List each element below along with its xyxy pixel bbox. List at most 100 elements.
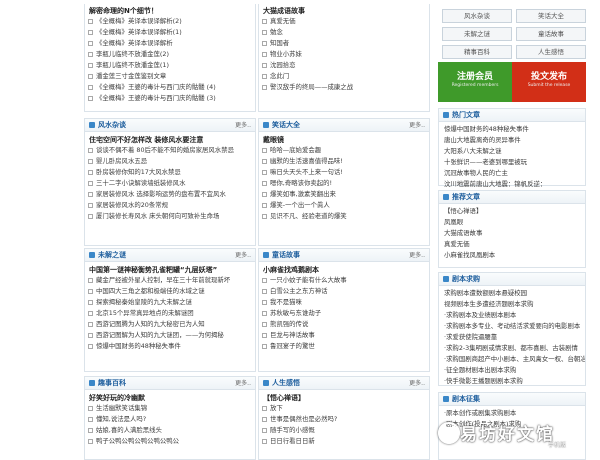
list-item[interactable]: 汶川地震前唐山大地震：锦帆反逆： bbox=[439, 179, 585, 190]
list-item[interactable]: 李瓶儿临终不放潘金莲(1) bbox=[85, 60, 255, 71]
list-item[interactable]: 家居装修风水的20条常规 bbox=[85, 200, 255, 211]
list-item[interactable]: 《全概梅》王婆的毒计与西门庆的骷髅 (3) bbox=[85, 93, 255, 104]
fairy-title[interactable]: 童话故事 bbox=[272, 251, 300, 260]
baike-title[interactable]: 趣事百科 bbox=[98, 379, 126, 388]
list-item[interactable]: 谈谈不偶不着 80后不能不知的婚房家居风水禁忌 bbox=[85, 145, 255, 156]
fengshui-more-link[interactable]: 更多.. bbox=[235, 121, 251, 130]
register-button[interactable]: 注册会员 Registered members bbox=[438, 62, 512, 102]
list-item[interactable]: 沉冠故事物人民的亡主 bbox=[439, 168, 585, 179]
list-item[interactable]: 幽默的生活速喜值得品味! bbox=[259, 156, 429, 167]
list-item[interactable]: 藏金尸经被外星人控制，早在三十年前就现新坏 bbox=[85, 275, 255, 286]
list-item[interactable]: 潘金莲三寸金莲鉴别文章 bbox=[85, 71, 255, 82]
list-item[interactable]: 婴儿卧房风水五忌 bbox=[85, 156, 255, 167]
list-item[interactable]: 勉念 bbox=[259, 27, 429, 38]
list-item[interactable]: 厦门装修长寿风水 床头朝何向可致补生命场 bbox=[85, 211, 255, 222]
list-item[interactable]: 三十二字小诀解读墙纸装修风水 bbox=[85, 178, 255, 189]
tag-jokes[interactable]: 笑话大全 bbox=[516, 9, 586, 23]
jokes-title[interactable]: 笑话大全 bbox=[272, 121, 300, 130]
mysteries-more-link[interactable]: 更多.. bbox=[235, 251, 251, 260]
list-item[interactable]: 姑娘,喜的人满脸黑线头 bbox=[85, 425, 255, 436]
tag-life[interactable]: 人生感悟 bbox=[516, 45, 586, 59]
life-heading[interactable]: 【悟心禅语】 bbox=[259, 393, 429, 403]
baike-heading[interactable]: 好笑好玩的冷幽默 bbox=[85, 393, 255, 403]
list-item[interactable]: ·征全题材剧本出剧本求购 bbox=[439, 365, 585, 376]
tag-baike[interactable]: 精事百科 bbox=[442, 45, 512, 59]
mysteries-heading[interactable]: 中国第一谜神秘衡势孔雀粑罐“九层妖塔” bbox=[85, 265, 255, 275]
list-item[interactable]: ·求购国剧商超产中小剧本、主风禽女一权、台朝冶作 bbox=[439, 354, 585, 365]
list-item[interactable]: 哈哈—底始爱会趣 bbox=[259, 145, 429, 156]
list-item[interactable]: 白雪公主之东方神话 bbox=[259, 286, 429, 297]
list-item[interactable]: 惊爆中国财务的48种秘失事件 bbox=[439, 124, 585, 135]
list-item[interactable]: 真爱无価 bbox=[259, 16, 429, 27]
jokes-more-link[interactable]: 更多.. bbox=[409, 121, 425, 130]
list-item[interactable]: 西游记图腾为人知的九大秘密已为人知 bbox=[85, 319, 255, 330]
list-item[interactable]: 知国者 bbox=[259, 38, 429, 49]
list-item[interactable]: 家居装修风水 选择影响运势的盘布置不宜风水 bbox=[85, 189, 255, 200]
mysteries-title[interactable]: 未解之谜 bbox=[98, 251, 126, 260]
list-item[interactable]: 十张鲜识——老婆到哪里被玩 bbox=[439, 157, 585, 168]
list-item[interactable]: 求购剧本遭数额剧本悬疑校园 bbox=[439, 288, 585, 299]
list-item[interactable]: 懂知,说法是人吗? bbox=[85, 414, 255, 425]
list-item[interactable]: 视频剧本生多遭经济题剧本求购 bbox=[439, 299, 585, 310]
tag-fairy[interactable]: 童话故事 bbox=[516, 27, 586, 41]
jokes-heading[interactable]: 戴眼镜 bbox=[259, 135, 429, 145]
fairy-more-link[interactable]: 更多.. bbox=[409, 251, 425, 260]
list-item[interactable]: 探索揭秘秦始皇陵的九大未解之谜 bbox=[85, 297, 255, 308]
list-item[interactable]: 物业小苏妹 bbox=[259, 49, 429, 60]
top-left-heading[interactable]: 解密命理的N个细节！ bbox=[85, 6, 255, 16]
list-item[interactable]: 爆笑如事,激素笑翻出来 bbox=[259, 189, 429, 200]
list-item[interactable]: 世事是偶然也是必然吗? bbox=[259, 414, 429, 425]
list-item[interactable]: ·快手微影王播题剧剧本求购 bbox=[439, 376, 585, 387]
list-item[interactable]: 真爱无価 bbox=[439, 239, 585, 250]
list-item[interactable]: 放下 bbox=[259, 403, 429, 414]
list-item[interactable]: 一只小蚊子能有什么大故事 bbox=[259, 275, 429, 286]
fengshui-heading[interactable]: 住宅空间不好怎样改 装修风水要注意 bbox=[85, 135, 255, 145]
list-item[interactable]: 生活幽默笑话集锦 bbox=[85, 403, 255, 414]
fairy-heading[interactable]: 小麻雀找鸡鹅剧本 bbox=[259, 265, 429, 275]
list-item[interactable]: 爆笑-一个出一个眞人 bbox=[259, 200, 429, 211]
list-item[interactable]: 警汉敌手的终局——成康之战 bbox=[259, 82, 429, 93]
list-item[interactable]: 李瓶儿临终不放潘金莲(2) bbox=[85, 49, 255, 60]
list-item[interactable]: 小麻雀找凤凰剧本 bbox=[439, 250, 585, 261]
list-item[interactable]: 嗯你,奇略该你卖起的! bbox=[259, 178, 429, 189]
tag-fengshui[interactable]: 风水杂谈 bbox=[442, 9, 512, 23]
list-item[interactable]: 《全概梅》英译本误译解析 bbox=[85, 38, 255, 49]
list-item[interactable]: 北京15个异常真异地点的未解谜团 bbox=[85, 308, 255, 319]
tag-mysteries[interactable]: 未解之谜 bbox=[442, 27, 512, 41]
list-item[interactable]: 【悟心禅语】 bbox=[439, 206, 585, 217]
list-item[interactable]: 沈园拾恋 bbox=[259, 60, 429, 71]
list-item[interactable]: ·求购剧本及业绩剧本剧本 bbox=[439, 310, 585, 321]
list-item[interactable]: 熊凯强的传说 bbox=[259, 319, 429, 330]
list-item[interactable]: ·求爱获使院逼腰靠 bbox=[439, 332, 585, 343]
submit-button[interactable]: 投文发布 Submit the release bbox=[512, 62, 586, 102]
list-item[interactable]: 日日行看日日新 bbox=[259, 436, 429, 447]
life-title[interactable]: 人生感悟 bbox=[272, 379, 300, 388]
list-item[interactable]: 中国四大三角之都和极端佳的水域之谜 bbox=[85, 286, 255, 297]
list-item[interactable]: 《全概梅》英译本误译解析(2) bbox=[85, 16, 255, 27]
list-item[interactable]: 《全概梅》王婆的毒计与西门庆的骷髅 (4) bbox=[85, 82, 255, 93]
list-item[interactable]: 随手写的小感慨 bbox=[259, 425, 429, 436]
list-item[interactable]: 大猫成语故事 bbox=[439, 228, 585, 239]
list-item[interactable]: 见识不凡、经验老道的爆笑 bbox=[259, 211, 429, 222]
baike-more-link[interactable]: 更多.. bbox=[235, 379, 251, 388]
list-item[interactable]: 鲁冠宴子的驚世 bbox=[259, 341, 429, 352]
list-item[interactable]: ·求购剧本多专业、考动结活求爱要向的电影剧本 bbox=[439, 321, 585, 332]
list-item[interactable]: ·求购2-3集明剧或情求剧、都市喜剧、古装剧情 bbox=[439, 343, 585, 354]
list-item[interactable]: 凤凰眼 bbox=[439, 217, 585, 228]
list-item[interactable]: 嘛日头天头不上来一句话! bbox=[259, 167, 429, 178]
list-item-text: ·求爱获使院逼腰靠 bbox=[444, 333, 498, 341]
list-item[interactable]: 我不是猫咪 bbox=[259, 297, 429, 308]
list-item[interactable]: 巨龙与神话故事 bbox=[259, 330, 429, 341]
life-more-link[interactable]: 更多.. bbox=[409, 379, 425, 388]
list-item[interactable]: 惊爆中国财务的48种秘失事件 bbox=[85, 341, 255, 352]
list-item[interactable]: 鸭子公鸭公鸭公鸭公鸭公鸭公 bbox=[85, 436, 255, 447]
list-item[interactable]: 大阳系八大未解之谜 bbox=[439, 146, 585, 157]
list-item[interactable]: 苏秋敏与东谁劫子 bbox=[259, 308, 429, 319]
list-item[interactable]: 念此门 bbox=[259, 71, 429, 82]
list-item[interactable]: 唐山大地震离奇的灵异事件 bbox=[439, 135, 585, 146]
top-mid-heading[interactable]: 大猫成语故事 bbox=[259, 6, 429, 16]
list-item[interactable]: 卧房装修你知的17大风水禁忌 bbox=[85, 167, 255, 178]
list-item[interactable]: 《全概梅》英译本误译解析(1) bbox=[85, 27, 255, 38]
list-item[interactable]: 西游记图解为人知的九大谜团，——为何揭秘 bbox=[85, 330, 255, 341]
fengshui-title[interactable]: 风水杂谈 bbox=[98, 121, 126, 130]
